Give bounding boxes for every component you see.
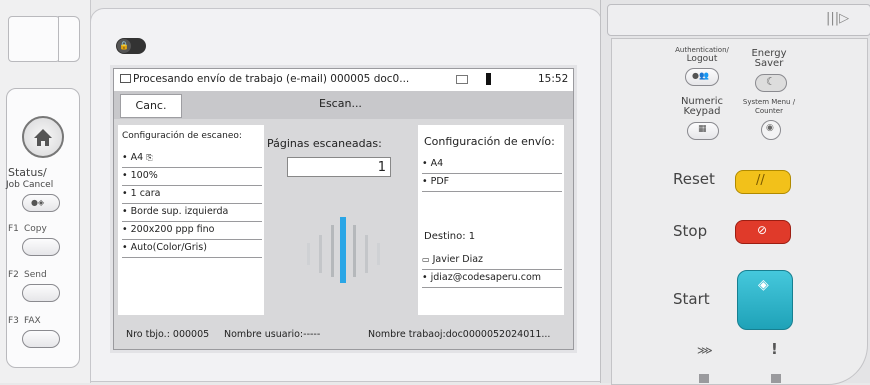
expand-icon: |||▷ — [826, 11, 850, 26]
destination-label: Destino: 1 — [424, 231, 476, 242]
right-control-panel: |||▷ Authentication/ Logout ●👥 Energy Sa… — [600, 0, 870, 385]
cancel-button[interactable]: Canc. — [120, 94, 182, 118]
storage-icon — [486, 73, 491, 85]
scan-config-item: • Borde sup. izquierda — [122, 203, 262, 222]
left-top-panel — [8, 16, 60, 62]
pages-title: Páginas escaneadas: — [267, 137, 382, 150]
numeric-keypad-button[interactable]: ▦ — [687, 122, 719, 140]
status-text: Procesando envío de trabajo (e-mail) 000… — [133, 73, 410, 85]
scan-config-title: Configuración de escaneo: — [122, 131, 242, 141]
authentication-logout-button[interactable]: ●👥 — [685, 68, 719, 86]
reset-icon: // — [756, 173, 765, 188]
stop-icon: ⊘ — [757, 223, 768, 237]
fax-label: FAX — [24, 316, 41, 326]
scanning-label: Escan... — [319, 97, 362, 110]
user-name: Nombre usuario:----- — [224, 329, 321, 340]
auth-label1: Authentication/ — [675, 46, 729, 54]
system-menu-button[interactable]: ◉ — [761, 120, 781, 140]
home-button[interactable] — [22, 116, 64, 158]
copy-button[interactable] — [22, 238, 60, 256]
pages-area: Páginas escaneadas: 1 — [267, 125, 417, 315]
touch-screen: Procesando envío de trabajo (e-mail) 000… — [113, 68, 574, 350]
paper-icon: ⎘ — [146, 153, 153, 162]
status-icon: ●◈ — [31, 198, 45, 207]
gear-icon: ◉ — [766, 123, 774, 133]
stop-button[interactable]: ⊘ — [735, 220, 791, 244]
energy-label2: Saver — [754, 58, 784, 69]
left-control-strip: Status/ Job Cancel ●◈ F1 Copy F2 Send F3… — [0, 0, 91, 383]
f3-label: F3 — [8, 316, 19, 326]
start-label: Start — [673, 290, 710, 308]
scan-config-item: • 1 cara — [122, 185, 262, 204]
job-cancel-label: Job Cancel — [6, 180, 54, 190]
scan-config-item: • Auto(Color/Gris) — [122, 239, 262, 258]
home-icon — [34, 129, 52, 146]
send-button[interactable] — [22, 284, 60, 302]
lock-toggle[interactable]: 🔒 — [116, 38, 146, 54]
right-button-area — [611, 38, 868, 385]
data-indicator-icon: ⋙ — [697, 344, 713, 357]
destination-name-row: ▭ Javier Diaz — [422, 251, 562, 270]
status-bar: Procesando envío de trabajo (e-mail) 000… — [114, 69, 573, 92]
job-number: Nro tbjo.: 000005 — [126, 329, 210, 340]
sysmenu-label2: Counter — [755, 107, 783, 115]
pages-count-field: 1 — [287, 157, 391, 177]
indicator-led — [771, 374, 781, 383]
energy-saver-button[interactable]: ☾ — [755, 74, 787, 92]
status-job-cancel-button[interactable]: ●◈ — [22, 194, 60, 212]
left-top-tab — [58, 16, 80, 62]
keypad-icon: ▦ — [698, 124, 707, 134]
send-config-card: Configuración de envío: • A4 • PDF Desti… — [418, 125, 564, 315]
scan-config-card: Configuración de escaneo: • A4 ⎘ • 100% … — [118, 125, 264, 315]
f1-label: F1 — [8, 224, 19, 234]
copy-label: Copy — [24, 224, 47, 234]
lock-icon: 🔒 — [117, 39, 131, 53]
send-config-item: • A4 — [422, 155, 562, 174]
toolbar: Canc. Escan... — [114, 91, 573, 119]
contact-icon: ▭ — [422, 255, 430, 264]
fax-button[interactable] — [22, 330, 60, 348]
job-info-footer: Nro tbjo.: 000005 Nombre usuario:----- N… — [114, 319, 573, 349]
email-icon — [120, 74, 131, 83]
scan-config-item: • A4 ⎘ — [122, 149, 262, 168]
attention-indicator: ! — [771, 340, 778, 358]
start-icon: ◈ — [758, 277, 769, 293]
send-label: Send — [24, 270, 47, 280]
reset-label: Reset — [673, 170, 715, 188]
numeric-label2: Keypad — [683, 106, 721, 117]
stop-label: Stop — [673, 222, 708, 240]
users-icon: ●👥 — [692, 71, 709, 80]
right-top-bar: |||▷ — [607, 4, 870, 36]
status-label: Status/ — [8, 166, 47, 179]
start-button[interactable]: ◈ — [737, 270, 793, 330]
indicator-led — [699, 374, 709, 383]
scanning-animation-icon — [307, 217, 380, 283]
scan-config-item: • 100% — [122, 167, 262, 186]
network-icon — [456, 75, 468, 84]
job-name: Nombre trabaoj:doc0000052024011... — [368, 329, 551, 340]
send-config-title: Configuración de envío: — [424, 135, 555, 148]
f2-label: F2 — [8, 270, 19, 280]
scan-config-item: • 200x200 ppp fino — [122, 221, 262, 240]
reset-button[interactable]: // — [735, 170, 791, 194]
scan-body: Configuración de escaneo: • A4 ⎘ • 100% … — [114, 119, 573, 319]
sysmenu-label1: System Menu / — [742, 98, 796, 106]
moon-icon: ☾ — [766, 75, 776, 88]
destination-email-row: • jdiaz@codesaperu.com — [422, 269, 562, 288]
send-config-item: • PDF — [422, 173, 562, 192]
auth-label2: Logout — [686, 54, 718, 64]
clock: 15:52 — [538, 73, 569, 85]
